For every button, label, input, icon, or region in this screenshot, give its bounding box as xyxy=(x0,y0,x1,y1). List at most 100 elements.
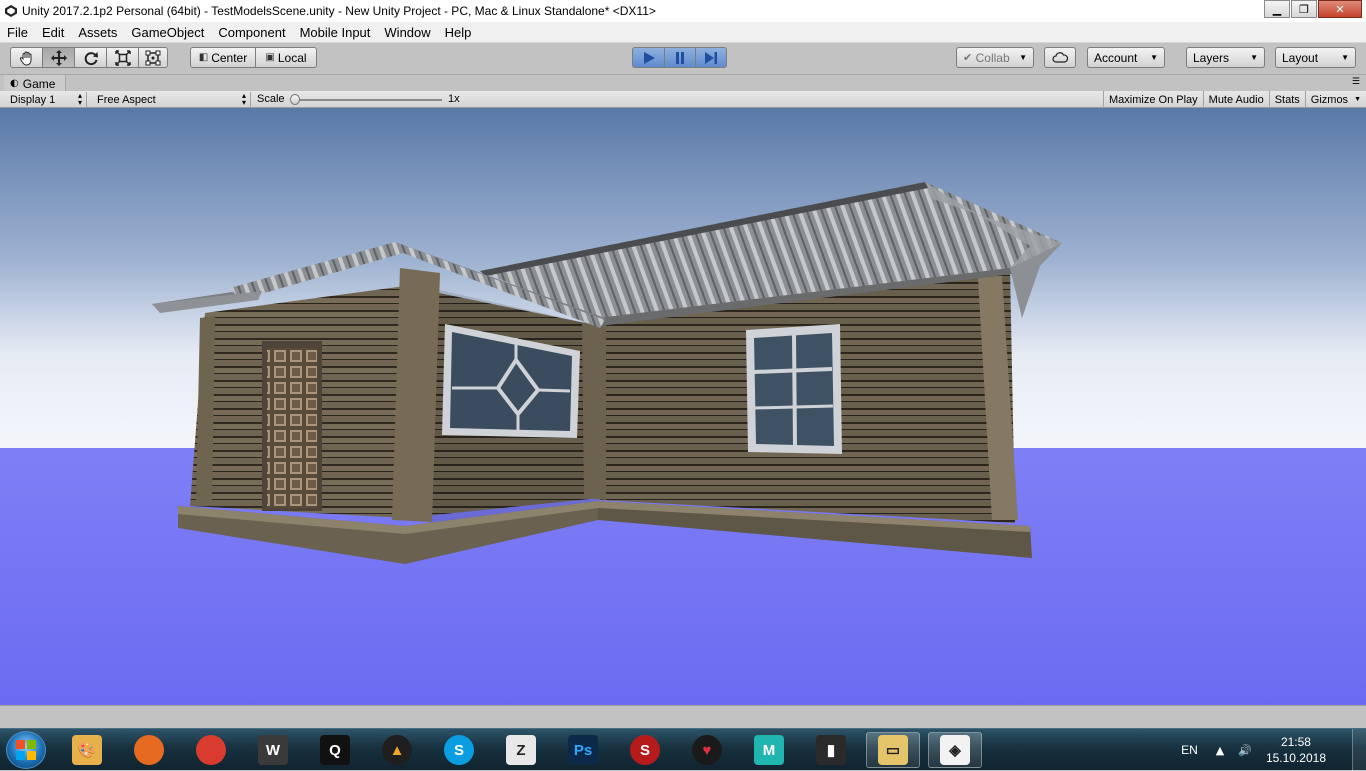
substance-icon: S xyxy=(630,735,660,765)
layers-dropdown[interactable]: Layers ▼ xyxy=(1186,47,1265,68)
hand-icon xyxy=(19,51,31,65)
pivot-rotation-button[interactable]: ▣ Local xyxy=(255,47,317,68)
display-dropdown[interactable]: Display 1 ▴ ▾ xyxy=(4,92,87,107)
taskbar-quixel-button[interactable]: Q xyxy=(308,732,362,768)
taskbar-file-explorer-button[interactable]: ▭ xyxy=(866,732,920,768)
taskbar-photoshop-button[interactable]: Ps xyxy=(556,732,610,768)
show-desktop-button[interactable] xyxy=(1352,729,1366,771)
maximize-button[interactable]: ❐ xyxy=(1291,0,1317,18)
photoshop-icon: Ps xyxy=(568,735,598,765)
menu-file[interactable]: File xyxy=(0,23,35,42)
window-title: Unity 2017.2.1p2 Personal (64bit) - Test… xyxy=(22,4,656,18)
taskbar-substance-button[interactable]: S xyxy=(618,732,672,768)
play-button[interactable] xyxy=(632,47,665,68)
layout-dropdown[interactable]: Layout ▼ xyxy=(1275,47,1356,68)
play-icon xyxy=(643,51,655,64)
unity-logo-icon xyxy=(5,5,17,17)
taskbar-firefox-button[interactable] xyxy=(122,732,176,768)
firefox-icon xyxy=(134,735,164,765)
gizmos-label: Gizmos xyxy=(1310,93,1349,106)
chevron-down-icon: ▼ xyxy=(1250,53,1258,62)
layout-group: Layout ▼ xyxy=(1275,47,1356,68)
menu-edit[interactable]: Edit xyxy=(35,23,71,42)
menu-bar: File Edit Assets GameObject Component Mo… xyxy=(0,22,1366,43)
clock-time: 21:58 xyxy=(1280,735,1311,749)
maximize-on-play-toggle[interactable]: Maximize On Play xyxy=(1103,91,1203,108)
audio-meter-icon: ▮ xyxy=(816,735,846,765)
move-icon xyxy=(50,49,67,66)
taskbar-unity-button[interactable]: ◈ xyxy=(928,732,982,768)
scene-render xyxy=(0,108,1366,705)
unity-icon: ◈ xyxy=(940,735,970,765)
scale-tool-button[interactable] xyxy=(106,47,139,68)
taskbar-marmoset-button[interactable]: ♥ xyxy=(680,732,734,768)
pivot-center-icon: ◧ xyxy=(198,52,209,63)
world-of-tanks-icon: W xyxy=(258,735,288,765)
taskbar-chrome-button[interactable] xyxy=(184,732,238,768)
language-indicator[interactable]: EN xyxy=(1181,743,1198,757)
hand-tool-button[interactable] xyxy=(10,47,43,68)
pivot-mode-button[interactable]: ◧ Center xyxy=(190,47,256,68)
updown-arrows-icon: ▴ ▾ xyxy=(77,91,82,107)
clock[interactable]: 21:58 15.10.2018 xyxy=(1266,734,1326,766)
scale-slider-thumb[interactable] xyxy=(290,94,300,105)
playback-controls xyxy=(632,47,727,68)
pause-button[interactable] xyxy=(664,47,696,68)
account-group: Account ▼ xyxy=(1087,47,1165,68)
rotate-tool-button[interactable] xyxy=(74,47,107,68)
taskbar-skype-button[interactable]: S xyxy=(432,732,486,768)
menu-help[interactable]: Help xyxy=(438,23,479,42)
status-bar xyxy=(0,705,1366,728)
account-label: Account xyxy=(1094,50,1138,65)
close-button[interactable]: ✕ xyxy=(1318,0,1362,18)
menu-gameobject[interactable]: GameObject xyxy=(124,23,211,42)
rect-tool-button[interactable] xyxy=(138,47,168,68)
scale-slider-track[interactable] xyxy=(294,99,442,101)
cloud-button[interactable] xyxy=(1044,47,1076,68)
chevron-down-icon: ▼ xyxy=(1019,53,1027,62)
collab-check-icon: ✔ xyxy=(963,51,973,64)
artstation-icon: ▲ xyxy=(382,735,412,765)
aspect-label: Free Aspect xyxy=(97,93,156,106)
minimize-button[interactable]: ▁ xyxy=(1264,0,1290,18)
menu-window[interactable]: Window xyxy=(377,23,437,42)
system-tray: EN ▲ 🔊 21:58 15.10.2018 xyxy=(1181,729,1366,771)
step-button[interactable] xyxy=(695,47,727,68)
game-viewport[interactable] xyxy=(0,108,1366,705)
taskbar-zbrush-button[interactable]: Z xyxy=(494,732,548,768)
tab-menu-icon[interactable]: ☰ xyxy=(1352,77,1360,87)
window-controls: ▁ ❐ ✕ xyxy=(1263,0,1362,18)
maya-icon: M xyxy=(754,735,784,765)
layers-label: Layers xyxy=(1193,50,1230,65)
taskbar-world-of-tanks-button[interactable]: W xyxy=(246,732,300,768)
account-dropdown[interactable]: Account ▼ xyxy=(1087,47,1165,68)
menu-mobile-input[interactable]: Mobile Input xyxy=(293,23,378,42)
menu-component[interactable]: Component xyxy=(211,23,292,42)
taskbar-audio-meter-button[interactable]: ▮ xyxy=(804,732,858,768)
pivot-toggles: ◧ Center ▣ Local xyxy=(190,47,317,68)
scale-icon xyxy=(114,49,131,66)
volume-icon[interactable]: 🔊 xyxy=(1238,744,1252,757)
collab-dropdown[interactable]: ✔ Collab ▼ xyxy=(956,47,1034,68)
pause-icon xyxy=(676,51,684,64)
start-button[interactable] xyxy=(6,731,46,769)
pivot-rotation-label: Local xyxy=(277,50,307,65)
gizmos-dropdown[interactable]: Gizmos ▼ xyxy=(1304,91,1366,108)
tab-game[interactable]: ◐ Game xyxy=(4,75,67,92)
scale-label: Scale xyxy=(257,93,285,105)
show-hidden-icons-icon[interactable]: ▲ xyxy=(1216,744,1224,757)
chevron-down-icon: ▼ xyxy=(1150,53,1158,62)
cloud-icon xyxy=(1052,51,1068,63)
rotate-icon xyxy=(84,51,98,65)
stats-toggle[interactable]: Stats xyxy=(1268,91,1305,108)
cloud-group xyxy=(1044,47,1076,68)
move-tool-button[interactable] xyxy=(42,47,75,68)
chevron-down-icon: ▼ xyxy=(1354,96,1361,103)
aspect-dropdown[interactable]: Free Aspect ▴ ▾ xyxy=(91,92,251,107)
chevron-down-icon: ▼ xyxy=(1341,53,1349,62)
mute-audio-toggle[interactable]: Mute Audio xyxy=(1202,91,1269,108)
menu-assets[interactable]: Assets xyxy=(71,23,124,42)
taskbar-artstation-button[interactable]: ▲ xyxy=(370,732,424,768)
taskbar-paint-button[interactable]: 🎨 xyxy=(60,732,114,768)
taskbar-maya-button[interactable]: M xyxy=(742,732,796,768)
